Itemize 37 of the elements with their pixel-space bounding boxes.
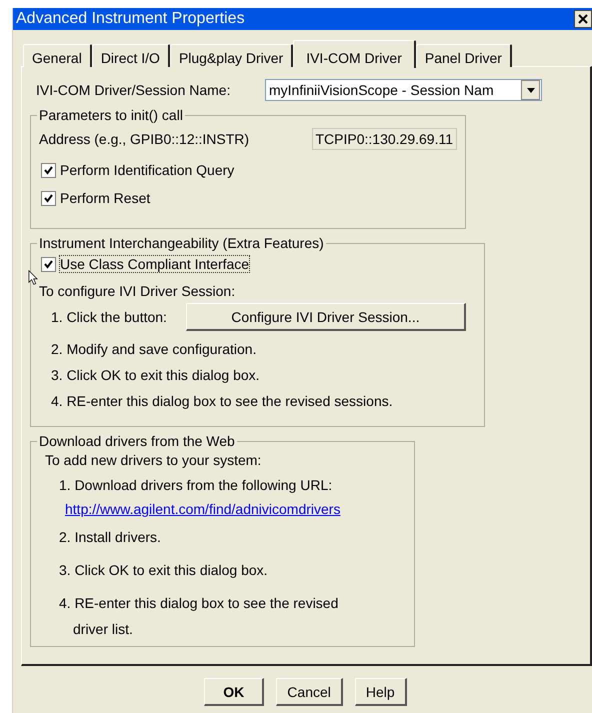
field-label: IVI-COM Driver/Session Name: [36,82,232,98]
tab[interactable]: General [23,44,92,67]
tab[interactable]: Plug&play Driver [170,44,294,67]
step-text: 4. RE-enter this dialog box to see the revised driver list. [58,594,340,639]
checkbox-label[interactable]: Perform Identification Query [60,162,234,178]
dialog-button[interactable]: OK [204,678,264,706]
dialog-button[interactable]: Help [354,678,407,706]
tab[interactable]: Panel Driver [416,44,512,67]
checkbox-label[interactable]: Perform Reset [60,190,150,206]
tab[interactable]: Direct I/O [92,44,170,67]
checkbox-label[interactable]: Use Class Compliant Interface [60,256,250,272]
step-text: 3. Click OK to exit this dialog box. [58,561,269,580]
address-field[interactable]: TCPIP0::130.29.69.11 [312,128,457,150]
window-title: Advanced Instrument Properties [16,10,245,28]
step-text: 1. Download drivers from the following URL: [58,476,334,495]
dialog-button[interactable]: Cancel [276,678,343,706]
close-icon [578,14,588,24]
step-text: 3. Click OK to exit this dialog box. [50,367,261,383]
session-dropdown[interactable]: myInfiniiVisionScope - Session Nam [265,79,542,101]
mouse-pointer-icon [28,270,38,285]
configure-button[interactable]: Configure IVI Driver Session... [186,303,466,331]
step-text: 2. Install drivers. [58,528,162,547]
step-text: 2. Modify and save configuration. [50,341,258,357]
instruction-text: To configure IVI Driver Session: [39,283,236,299]
group-title: Download drivers from the Web [37,433,237,449]
field-label: Address (e.g., GPIB0::12::INSTR) [39,131,250,147]
step-text: 1. Click the button: [51,309,167,325]
step-text: 4. RE-enter this dialog box to see the revised sessions. [50,393,394,409]
tab[interactable]: IVI-COM Driver [293,40,416,68]
instruction-text: To add new drivers to your system: [44,452,262,468]
group-title: Instrument Interchangeability (Extra Features) [37,235,326,251]
checkbox[interactable] [41,256,56,272]
checkbox[interactable] [41,190,56,206]
group-title: Parameters to init() call [37,107,185,123]
url-link[interactable]: http://www.agilent.com/find/adnivicomdrivers [39,501,340,517]
checkbox[interactable] [41,162,56,178]
close-button[interactable] [574,10,592,28]
